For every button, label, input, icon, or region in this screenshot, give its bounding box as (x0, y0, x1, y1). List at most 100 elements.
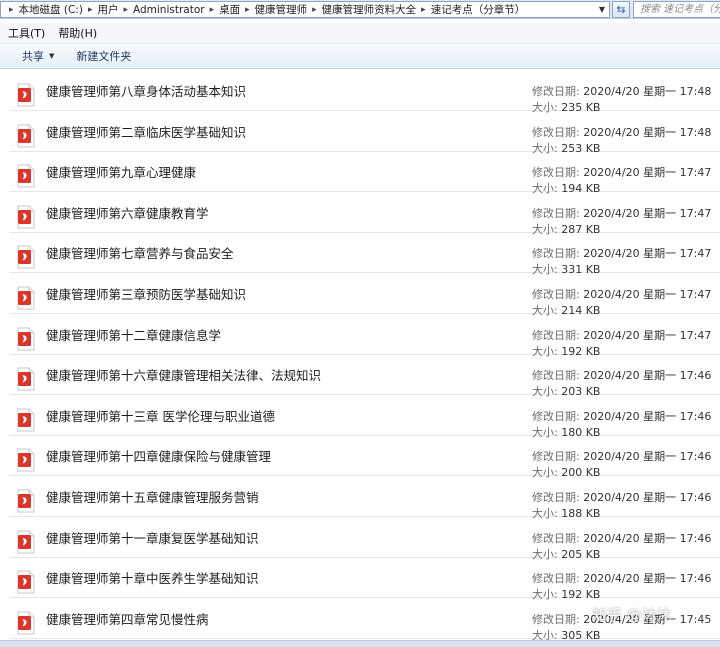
modified-label: 修改日期: (532, 531, 580, 545)
file-row[interactable]: 健康管理师第十一章康复医学基础知识 修改日期: 2020/4/20 星期一 17:… (10, 519, 720, 561)
modified-label: 修改日期: (532, 85, 580, 98)
file-name: 健康管理师第十一章康复医学基础知识 (46, 530, 259, 546)
file-row[interactable]: 健康管理师第十四章健康保险与健康管理 修改日期: 2020/4/20 星期一 17… (10, 437, 720, 479)
pdf-file-icon (17, 570, 35, 594)
modified-label: 修改日期: (532, 612, 580, 626)
pdf-file-icon (17, 83, 35, 107)
file-row[interactable]: 健康管理师第十六章健康管理相关法律、法规知识 修改日期: 2020/4/20 星期… (10, 356, 720, 398)
file-row[interactable]: 健康管理师第十三章 医学伦理与职业道德 修改日期: 2020/4/20 星期一 1… (10, 397, 720, 439)
file-modified: 修改日期: 2020/4/20 星期一 17:48 (532, 124, 711, 140)
chevron-down-icon[interactable]: ▼ (596, 3, 608, 16)
watermark: 知乎 @沐沐 (592, 606, 672, 624)
breadcrumb-item[interactable]: Administrator (133, 4, 205, 16)
pdf-file-icon (17, 408, 35, 432)
modified-label: 修改日期: (532, 328, 580, 342)
window-bottom-edge (0, 640, 720, 647)
chevron-right-icon[interactable]: ▸ (9, 5, 14, 15)
new-folder-button[interactable]: 新建文件夹 (76, 48, 131, 64)
file-name: 健康管理师第三章预防医学基础知识 (46, 287, 247, 302)
file-row[interactable]: 健康管理师第二章临床医学基础知识 修改日期: 2020/4/20 星期一 17:4… (10, 113, 720, 155)
breadcrumb-item[interactable]: 用户 (97, 2, 118, 17)
file-modified: 修改日期: 2020/4/20 星期一 17:46 (532, 489, 711, 505)
breadcrumb-item[interactable]: 速记考点（分章节） (431, 2, 526, 17)
chevron-right-icon[interactable]: ▸ (210, 5, 215, 15)
modified-value: 2020/4/20 星期一 17:46 (583, 369, 712, 383)
modified-label: 修改日期: (532, 450, 580, 464)
modified-value: 2020/4/20 星期一 17:47 (583, 166, 712, 180)
modified-value: 2020/4/20 星期一 17:48 (583, 85, 712, 98)
modified-value: 2020/4/20 星期一 17:47 (583, 247, 712, 261)
file-modified: 修改日期: 2020/4/20 星期一 17:47 (532, 164, 711, 180)
menu-help[interactable]: 帮助(H) (58, 25, 97, 41)
file-modified: 修改日期: 2020/4/20 星期一 17:48 (532, 83, 711, 99)
modified-value: 2020/4/20 星期一 17:46 (583, 491, 712, 504)
file-row[interactable]: 健康管理师第十二章健康信息学 修改日期: 2020/4/20 星期一 17:47 大… (10, 316, 720, 358)
file-modified: 修改日期: 2020/4/20 星期一 17:47 (532, 286, 711, 302)
modified-value: 2020/4/20 星期一 17:47 (583, 328, 712, 342)
modified-label: 修改日期: (532, 409, 580, 423)
pdf-file-icon (17, 245, 35, 269)
chevron-right-icon[interactable]: ▸ (123, 5, 128, 15)
file-row[interactable]: 健康管理师第十五章健康管理服务营销 修改日期: 2020/4/20 星期一 17:… (10, 478, 720, 520)
pdf-file-icon (17, 489, 35, 513)
pdf-file-icon (17, 205, 35, 229)
refresh-icon[interactable]: ⇆ (612, 1, 630, 18)
modified-value: 2020/4/20 星期一 17:46 (583, 409, 712, 423)
file-name: 健康管理师第十章中医养生学基础知识 (46, 571, 259, 587)
pdf-file-icon (17, 286, 35, 310)
file-modified: 修改日期: 2020/4/20 星期一 17:46 (532, 530, 711, 546)
file-row[interactable]: 健康管理师第三章预防医学基础知识 修改日期: 2020/4/20 星期一 17:4… (10, 275, 720, 317)
chevron-right-icon[interactable]: ▸ (245, 5, 250, 15)
pdf-file-icon (17, 530, 35, 554)
address-bar-row: ▸ 本地磁盘 (C:) ▸ 用户 ▸ Administrator ▸ 桌面 ▸ 健康管理师 ▸ 健康管… (0, 0, 720, 19)
file-row[interactable]: 健康管理师第七章营养与食品安全 修改日期: 2020/4/20 星期一 17:47… (10, 234, 720, 276)
modified-label: 修改日期: (532, 491, 580, 504)
file-row[interactable]: 健康管理师第九章心理健康 修改日期: 2020/4/20 星期一 17:47 大小:… (10, 153, 720, 195)
modified-label: 修改日期: (532, 572, 580, 586)
search-input[interactable]: 搜索 速记考点（分章节） (633, 1, 720, 18)
file-row[interactable]: 健康管理师第六章健康教育学 修改日期: 2020/4/20 星期一 17:47 大小… (10, 194, 720, 236)
modified-label: 修改日期: (532, 125, 580, 139)
breadcrumb-item[interactable]: 健康管理师 (255, 2, 308, 17)
modified-value: 2020/4/20 星期一 17:48 (583, 125, 712, 139)
pdf-file-icon (17, 367, 35, 391)
modified-label: 修改日期: (532, 369, 580, 383)
file-name: 健康管理师第八章身体活动基本知识 (46, 84, 247, 99)
file-modified: 修改日期: 2020/4/20 星期一 17:47 (532, 245, 711, 261)
modified-label: 修改日期: (532, 288, 580, 301)
file-name: 健康管理师第九章心理健康 (46, 165, 197, 181)
share-label: 共享 (22, 50, 44, 63)
pdf-file-icon (17, 124, 35, 148)
pdf-file-icon (17, 448, 35, 472)
chevron-right-icon[interactable]: ▸ (312, 5, 317, 15)
breadcrumb-item[interactable]: 桌面 (219, 2, 240, 17)
file-name: 健康管理师第十三章 医学伦理与职业道德 (46, 408, 275, 424)
modified-label: 修改日期: (532, 166, 580, 180)
file-list: 健康管理师第八章身体活动基本知识 修改日期: 2020/4/20 星期一 17:4… (0, 70, 720, 640)
share-button[interactable]: 共享 ▼ (22, 48, 54, 64)
chevron-down-icon: ▼ (49, 52, 55, 60)
address-bar[interactable]: ▸ 本地磁盘 (C:) ▸ 用户 ▸ Administrator ▸ 桌面 ▸ 健康管理师 ▸ 健康管… (0, 1, 610, 18)
file-name: 健康管理师第六章健康教育学 (46, 205, 209, 221)
modified-value: 2020/4/20 星期一 17:47 (583, 288, 712, 301)
file-row[interactable]: 健康管理师第八章身体活动基本知识 修改日期: 2020/4/20 星期一 17:4… (10, 72, 720, 114)
size-label: 大小: (532, 628, 558, 640)
modified-value: 2020/4/20 星期一 17:46 (583, 531, 712, 545)
chevron-right-icon[interactable]: ▸ (88, 5, 93, 15)
pdf-file-icon (17, 164, 35, 188)
modified-value: 2020/4/20 星期一 17:46 (583, 572, 712, 586)
file-name: 健康管理师第十四章健康保险与健康管理 (46, 449, 272, 465)
file-modified: 修改日期: 2020/4/20 星期一 17:46 (532, 448, 711, 464)
file-row[interactable]: 健康管理师第十章中医养生学基础知识 修改日期: 2020/4/20 星期一 17:… (10, 559, 720, 601)
size-value: 305 KB (561, 628, 601, 640)
modified-value: 2020/4/20 星期一 17:46 (583, 450, 712, 464)
menu-tools[interactable]: 工具(T) (8, 25, 45, 41)
file-name: 健康管理师第十二章健康信息学 (46, 327, 222, 343)
breadcrumb-item[interactable]: 本地磁盘 (C:) (19, 2, 83, 17)
file-modified: 修改日期: 2020/4/20 星期一 17:47 (532, 327, 711, 343)
file-name: 健康管理师第七章营养与食品安全 (46, 246, 234, 262)
chevron-right-icon[interactable]: ▸ (421, 5, 426, 15)
breadcrumb-item[interactable]: 健康管理师资料大全 (322, 2, 417, 17)
pdf-file-icon (17, 611, 35, 635)
pdf-file-icon (17, 327, 35, 351)
